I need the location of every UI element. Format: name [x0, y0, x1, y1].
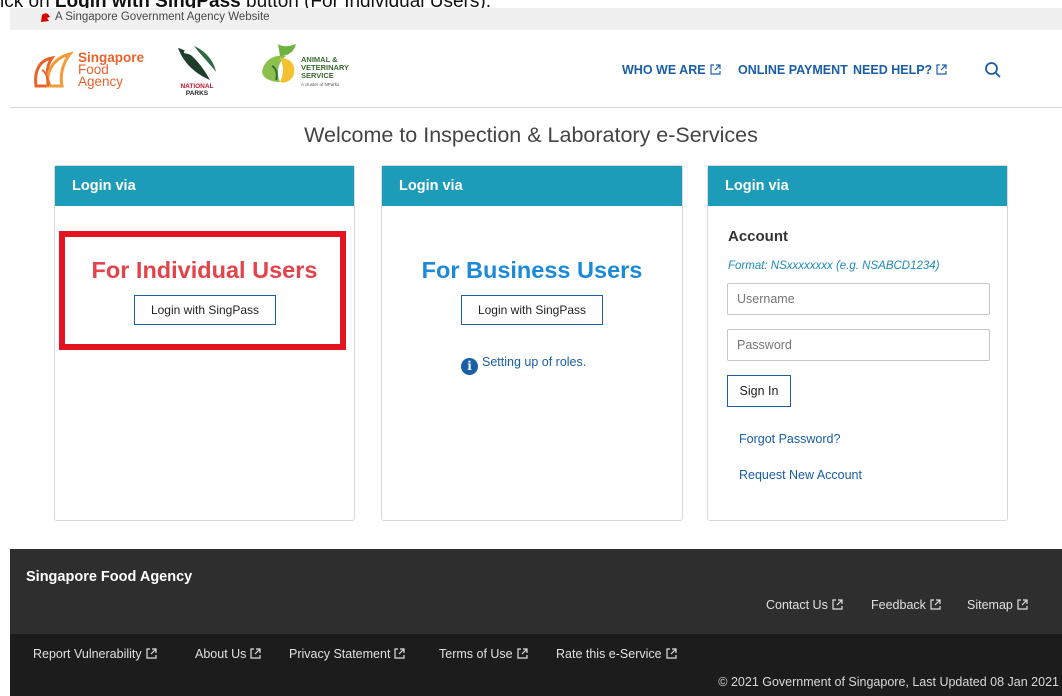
footer-link-label: Terms of Use	[439, 647, 513, 661]
footer-link-feedback[interactable]: Feedback	[871, 598, 941, 612]
login-card-account: Login via Account Format: NSxxxxxxxx (e.…	[707, 165, 1008, 521]
card-header: Login via	[382, 166, 682, 206]
avs-emblem-icon	[262, 44, 296, 83]
page-title: Welcome to Inspection & Laboratory e-Ser…	[304, 123, 758, 147]
avs-logo-text: ANIMAL & VETERINARY SERVICE	[301, 56, 349, 80]
sign-in-button[interactable]: Sign In	[727, 375, 791, 407]
card-header: Login via	[708, 166, 1007, 206]
nparks-logo-text: NATIONAL PARKS	[176, 83, 218, 97]
nav-who-we-are[interactable]: WHO WE ARE	[622, 63, 721, 77]
sfa-logo-text: Singapore Food Agency	[78, 51, 144, 89]
nav-need-help-label: NEED HELP?	[853, 63, 933, 77]
footer-link-label: Feedback	[871, 598, 926, 612]
footer-link-sitemap[interactable]: Sitemap	[967, 598, 1028, 612]
avs-line-3: SERVICE	[301, 71, 334, 80]
copyright-text: © 2021 Government of Singapore, Last Upd…	[718, 675, 1059, 689]
external-link-icon	[146, 648, 157, 659]
footer-link-privacy-statement[interactable]: Privacy Statement	[289, 647, 406, 661]
footer-link-report-vulnerability[interactable]: Report Vulnerability	[33, 647, 157, 661]
footer-link-label: Contact Us	[766, 598, 828, 612]
nav-who-we-are-label: WHO WE ARE	[622, 63, 706, 77]
business-singpass-login-button[interactable]: Login with SingPass	[461, 295, 603, 325]
footer-link-label: Sitemap	[967, 598, 1013, 612]
username-input[interactable]	[727, 283, 990, 315]
nav-online-payment[interactable]: ONLINE PAYMENT	[738, 63, 848, 77]
nparks-logo[interactable]: NATIONAL PARKS	[170, 42, 222, 100]
footer-link-label: Rate this e-Service	[556, 647, 662, 661]
external-link-icon	[394, 648, 406, 659]
forgot-password-link[interactable]: Forgot Password?	[739, 432, 840, 446]
footer-link-terms-of-use[interactable]: Terms of Use	[439, 647, 528, 661]
sfa-leaf-icon	[34, 51, 74, 88]
external-link-icon	[666, 648, 677, 659]
avs-logo-subtext: A cluster of NParks	[301, 82, 340, 87]
singapore-lion-icon	[41, 13, 50, 22]
setting-up-roles-label: Setting up of roles.	[482, 355, 587, 369]
avs-logo[interactable]: ANIMAL & VETERINARY SERVICE A cluster of…	[258, 42, 378, 98]
external-link-icon	[250, 648, 262, 659]
external-link-icon	[930, 599, 941, 610]
nparks-line-1: NATIONAL	[180, 83, 214, 90]
footer-title: Singapore Food Agency	[26, 569, 193, 585]
gov-masthead: A Singapore Government Agency Website	[10, 8, 1062, 30]
external-link-icon	[709, 64, 721, 75]
nav-need-help[interactable]: NEED HELP?	[853, 63, 947, 77]
footer-link-rate-e-service[interactable]: Rate this e-Service	[556, 647, 677, 661]
external-link-icon	[1017, 599, 1028, 610]
footer-link-label: Report Vulnerability	[33, 647, 142, 661]
footer-link-contact-us[interactable]: Contact Us	[766, 598, 843, 612]
external-link-icon	[936, 64, 947, 75]
request-new-account-link[interactable]: Request New Account	[739, 468, 862, 482]
highlight-box	[59, 231, 346, 350]
site-header: Singapore Food Agency NATIONAL PARKS ANI…	[10, 30, 1062, 108]
account-title: Account	[728, 228, 788, 245]
setting-up-roles-link[interactable]: i Setting up of roles.	[461, 355, 586, 375]
masthead-text: A Singapore Government Agency Website	[55, 11, 270, 23]
search-icon[interactable]	[984, 61, 1002, 79]
footer-link-about-us[interactable]: About Us	[195, 647, 262, 661]
business-users-title: For Business Users	[421, 257, 643, 283]
footer-legal: Report Vulnerability About Us Privacy St…	[10, 634, 1062, 696]
footer-main: Singapore Food Agency Contact Us Feedbac…	[10, 549, 1062, 634]
external-link-icon	[517, 648, 528, 659]
nparks-leaf-icon	[178, 46, 216, 80]
sfa-logo[interactable]: Singapore Food Agency	[32, 44, 162, 94]
info-icon: i	[461, 358, 478, 375]
nparks-line-2: PARKS	[185, 90, 209, 97]
password-input[interactable]	[727, 329, 990, 361]
sfa-line-3: Agency	[78, 74, 124, 89]
login-card-business: Login via For Business Users Login with …	[381, 165, 683, 521]
footer-link-label: Privacy Statement	[289, 647, 391, 661]
account-format-hint: Format: NSxxxxxxxx (e.g. NSABCD1234)	[728, 260, 940, 272]
nav-online-payment-label: ONLINE PAYMENT	[738, 63, 848, 77]
footer-link-label: About Us	[195, 647, 247, 661]
card-header: Login via	[55, 166, 354, 206]
external-link-icon	[832, 599, 843, 610]
